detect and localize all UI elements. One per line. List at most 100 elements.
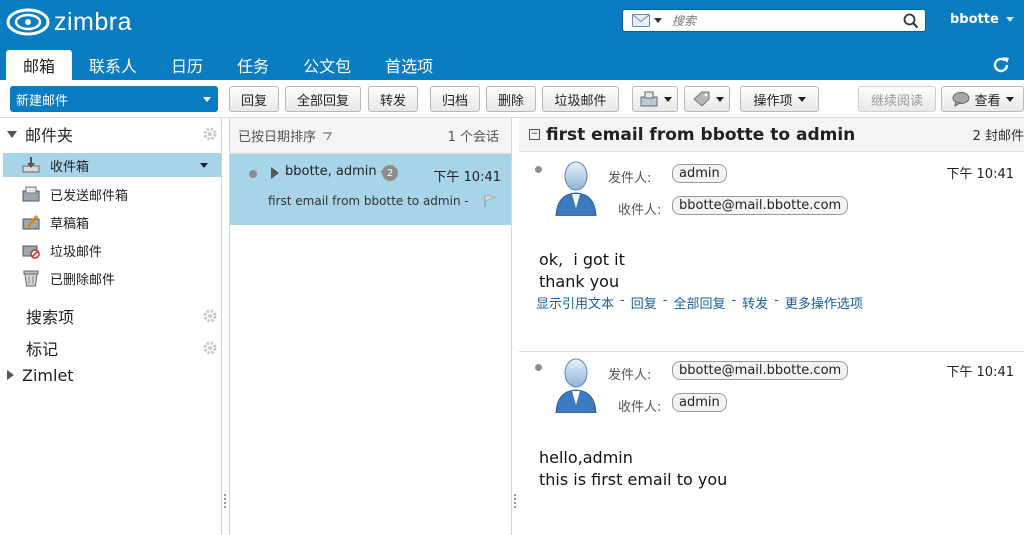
tab-mail[interactable]: 邮箱 xyxy=(6,50,73,80)
app-tabs: 邮箱 联系人 日历 任务 公文包 首选项 xyxy=(6,50,450,80)
expand-arrow-icon[interactable] xyxy=(271,167,279,179)
message-1: 发件人: admin 收件人: bbotte@mail.bbotte.com 下… xyxy=(519,152,1024,352)
continue-reading-button[interactable]: 继续阅读 xyxy=(858,86,936,112)
read-status-dot-icon[interactable] xyxy=(535,364,542,371)
actions-menu-label: 操作项 xyxy=(753,93,793,109)
sidebar-item-sent[interactable]: 已发送邮件箱 xyxy=(0,182,222,206)
sort-button[interactable]: 已按日期排序 xyxy=(238,126,333,145)
from-label: 发件人: xyxy=(608,171,652,186)
collapse-triangle-icon[interactable] xyxy=(7,130,17,138)
tab-tasks[interactable]: 任务 xyxy=(220,50,286,80)
forward-button[interactable]: 转发 xyxy=(368,86,418,112)
read-status-dot-icon[interactable] xyxy=(535,166,542,173)
spam-button[interactable]: 垃圾邮件 xyxy=(542,86,619,112)
refresh-icon[interactable] xyxy=(990,54,1012,80)
collapse-icon[interactable]: − xyxy=(529,129,540,140)
conversation-list: 已按日期排序 1 个会话 bbotte, admin - 2 下午 10:41 … xyxy=(229,118,512,535)
chevron-down-icon[interactable] xyxy=(200,163,208,168)
folder-label: 已发送邮件箱 xyxy=(50,188,129,204)
reply-all-button[interactable]: 全部回复 xyxy=(285,86,361,112)
conversation-time: 下午 10:41 xyxy=(433,170,501,185)
message-time: 下午 10:41 xyxy=(946,365,1014,380)
body-line: ok, i got it xyxy=(539,250,625,269)
expand-triangle-icon[interactable] xyxy=(7,370,14,380)
sidebar-item-drafts[interactable]: 草稿箱 xyxy=(0,210,222,234)
archive-button[interactable]: 归档 xyxy=(430,86,480,112)
gear-icon[interactable] xyxy=(202,126,218,146)
zimlet-header[interactable]: Zimlet xyxy=(0,363,222,387)
to-label: 收件人: xyxy=(618,400,662,415)
tab-calendar[interactable]: 日历 xyxy=(154,50,220,80)
delete-button[interactable]: 删除 xyxy=(486,86,536,112)
zimbra-logo-text: zimbra xyxy=(54,7,133,36)
from-address[interactable]: admin xyxy=(672,164,727,183)
avatar xyxy=(553,357,599,417)
list-header: 已按日期排序 1 个会话 xyxy=(230,118,511,154)
conversation-from: bbotte, admin - xyxy=(285,164,386,179)
tag-icon xyxy=(692,91,709,107)
unread-dot-icon[interactable] xyxy=(249,170,257,178)
to-label: 收件人: xyxy=(618,203,662,218)
sidebar-item-trash[interactable]: 已删除邮件 xyxy=(0,266,222,290)
tab-briefcase[interactable]: 公文包 xyxy=(286,50,368,80)
sidebar-item-junk[interactable]: 垃圾邮件 xyxy=(0,238,222,262)
actions-menu-button[interactable]: 操作项 xyxy=(740,86,819,112)
chevron-down-icon xyxy=(663,96,672,102)
message-count-badge: 2 xyxy=(382,165,398,181)
gear-icon[interactable] xyxy=(202,340,218,360)
search-box[interactable] xyxy=(622,9,926,32)
search-input[interactable] xyxy=(672,13,887,28)
mail-folders-title: 邮件夹 xyxy=(25,126,74,145)
move-folder-icon xyxy=(640,91,657,107)
message-body: hello,admin this is first email to you xyxy=(539,447,727,491)
folder-label: 收件箱 xyxy=(50,159,90,175)
conversation-count: 1 个会话 xyxy=(447,130,499,145)
user-menu[interactable]: bbotte xyxy=(950,12,1014,27)
sidebar-splitter[interactable] xyxy=(222,494,228,510)
folder-label: 已删除邮件 xyxy=(50,272,116,288)
tag-button[interactable] xyxy=(684,86,730,112)
searches-header[interactable]: 搜索项 xyxy=(0,304,222,328)
zimlet-title: Zimlet xyxy=(22,365,74,385)
toolbar: 新建邮件 回复 全部回复 转发 归档 删除 垃圾邮件 操作项 继续阅读 查看 xyxy=(0,80,1024,118)
move-button[interactable] xyxy=(632,86,678,112)
tab-preferences[interactable]: 首选项 xyxy=(368,50,450,80)
new-mail-button[interactable]: 新建邮件 xyxy=(10,86,218,112)
search-icon[interactable] xyxy=(903,13,919,33)
message-2: 发件人: bbotte@mail.bbotte.com 收件人: admin 下… xyxy=(519,352,1024,535)
to-address[interactable]: bbotte@mail.bbotte.com xyxy=(672,196,849,215)
mail-folders-header[interactable]: 邮件夹 xyxy=(0,122,222,146)
from-label: 发件人: xyxy=(608,368,652,383)
tags-header[interactable]: 标记 xyxy=(0,336,222,360)
sort-label: 已按日期排序 xyxy=(238,130,317,145)
search-type-selector[interactable] xyxy=(632,14,662,27)
reply-all-link[interactable]: 全部回复 xyxy=(673,293,725,312)
chevron-down-icon xyxy=(1005,96,1014,102)
message-actions: 显示引用文本 - 回复 - 全部回复 - 转发 - 更多操作选项 xyxy=(536,293,863,312)
username: bbotte xyxy=(950,12,999,27)
tab-contacts[interactable]: 联系人 xyxy=(72,50,154,80)
more-actions-link[interactable]: 更多操作选项 xyxy=(785,293,863,312)
flag-icon[interactable] xyxy=(483,194,497,212)
zimbra-logo[interactable]: zimbra xyxy=(6,5,132,39)
tags-title: 标记 xyxy=(26,340,59,359)
new-mail-label: 新建邮件 xyxy=(16,93,69,109)
from-address[interactable]: bbotte@mail.bbotte.com xyxy=(672,361,849,380)
forward-link[interactable]: 转发 xyxy=(742,293,768,312)
view-menu-button[interactable]: 查看 xyxy=(941,86,1024,112)
chevron-down-icon[interactable] xyxy=(203,97,211,102)
reading-pane: − first email from bbotte to admin 2 封邮件… xyxy=(519,118,1024,535)
conversation-row[interactable]: bbotte, admin - 2 下午 10:41 first email f… xyxy=(230,154,511,225)
gear-icon[interactable] xyxy=(202,308,218,328)
reply-link[interactable]: 回复 xyxy=(631,293,657,312)
chevron-down-icon xyxy=(654,18,662,23)
sent-icon xyxy=(22,185,40,203)
separator: - xyxy=(662,293,668,308)
list-splitter[interactable] xyxy=(512,494,518,510)
show-quoted-text-link[interactable]: 显示引用文本 xyxy=(536,293,614,312)
folder-label: 草稿箱 xyxy=(50,216,90,232)
chevron-down-icon xyxy=(715,96,724,102)
reply-button[interactable]: 回复 xyxy=(229,86,279,112)
to-address[interactable]: admin xyxy=(672,393,727,412)
sidebar-item-inbox[interactable]: 收件箱 xyxy=(3,153,221,177)
